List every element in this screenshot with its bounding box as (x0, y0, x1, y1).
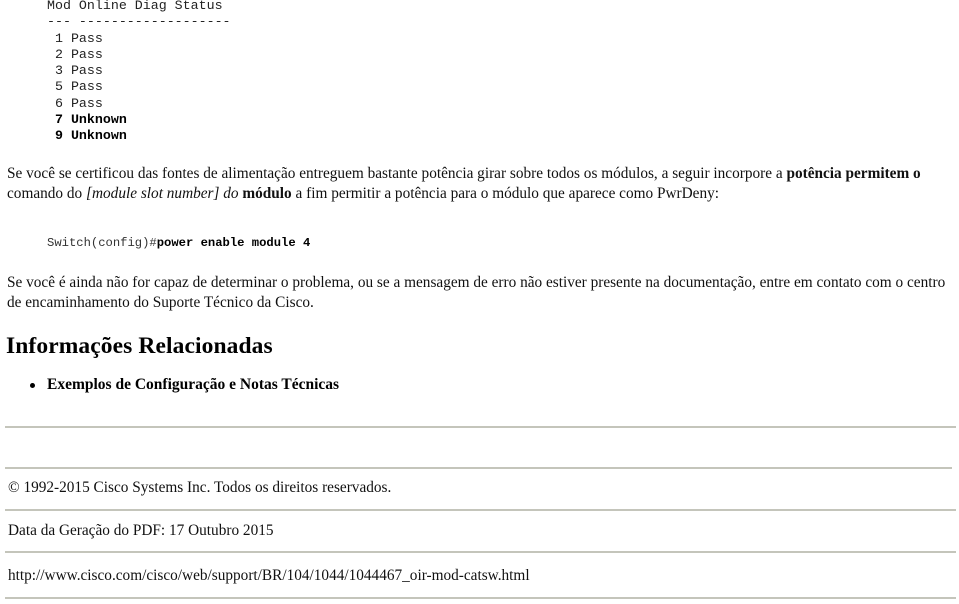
divider (5, 551, 956, 553)
related-links-list: Exemplos de Configuração e Notas Técnica… (0, 376, 339, 394)
paragraph-bold-text: módulo (242, 184, 292, 202)
support-paragraph: Se você é ainda não for capaz de determi… (7, 274, 946, 311)
paragraph-bold-text: potência permitem o (786, 165, 921, 182)
related-link-config-examples[interactable]: Exemplos de Configuração e Notas Técnica… (47, 376, 339, 393)
related-link-item[interactable]: Exemplos de Configuração e Notas Técnica… (30, 376, 339, 394)
diag-table-row: 1 Pass (47, 30, 103, 46)
copyright-text: © 1992-2015 Cisco Systems Inc. Todos os … (8, 479, 392, 496)
command-prompt: Switch(config)# (47, 236, 157, 250)
diag-table-row: 3 Pass (47, 63, 103, 79)
pdf-generation-date: Data da Geração do PDF: 17 Outubro 2015 (8, 522, 274, 539)
related-info-heading: Informações Relacionadas (6, 333, 273, 359)
divider (5, 597, 956, 599)
diag-table-header: Mod Online Diag Status (47, 0, 223, 13)
diag-table-row: 5 Pass (47, 79, 103, 95)
divider (5, 509, 956, 511)
diag-table-rows: 1 Pass 2 Pass 3 Pass 5 Pass 6 Pass 7 Unk… (47, 31, 127, 144)
diag-status-table: Mod Online Diag Status --- -------------… (47, 0, 231, 145)
diag-table-row: 6 Pass (47, 95, 103, 111)
paragraph-text: Se você se certificou das fontes de alim… (7, 165, 787, 182)
diag-table-separator: --- ------------------- (47, 14, 231, 30)
diag-table-row: 2 Pass (47, 46, 103, 62)
paragraph-text: comando do (7, 184, 87, 202)
diag-table-row: 7 Unknown (47, 112, 127, 128)
paragraph-text: a fim permitir a potência para o módulo … (291, 184, 720, 202)
command-example: Switch(config)#power enable module 4 (47, 236, 310, 250)
paragraph-italic-text: [module slot number] do (86, 184, 239, 202)
bullet-icon (30, 383, 35, 388)
command-text: power enable module 4 (156, 236, 311, 250)
diag-table-row: 9 Unknown (47, 128, 127, 144)
power-instructions-paragraph: Se você se certificou das fontes de alim… (7, 164, 955, 203)
divider (5, 467, 952, 469)
divider (5, 426, 956, 428)
source-url[interactable]: http://www.cisco.com/cisco/web/support/B… (8, 567, 530, 585)
